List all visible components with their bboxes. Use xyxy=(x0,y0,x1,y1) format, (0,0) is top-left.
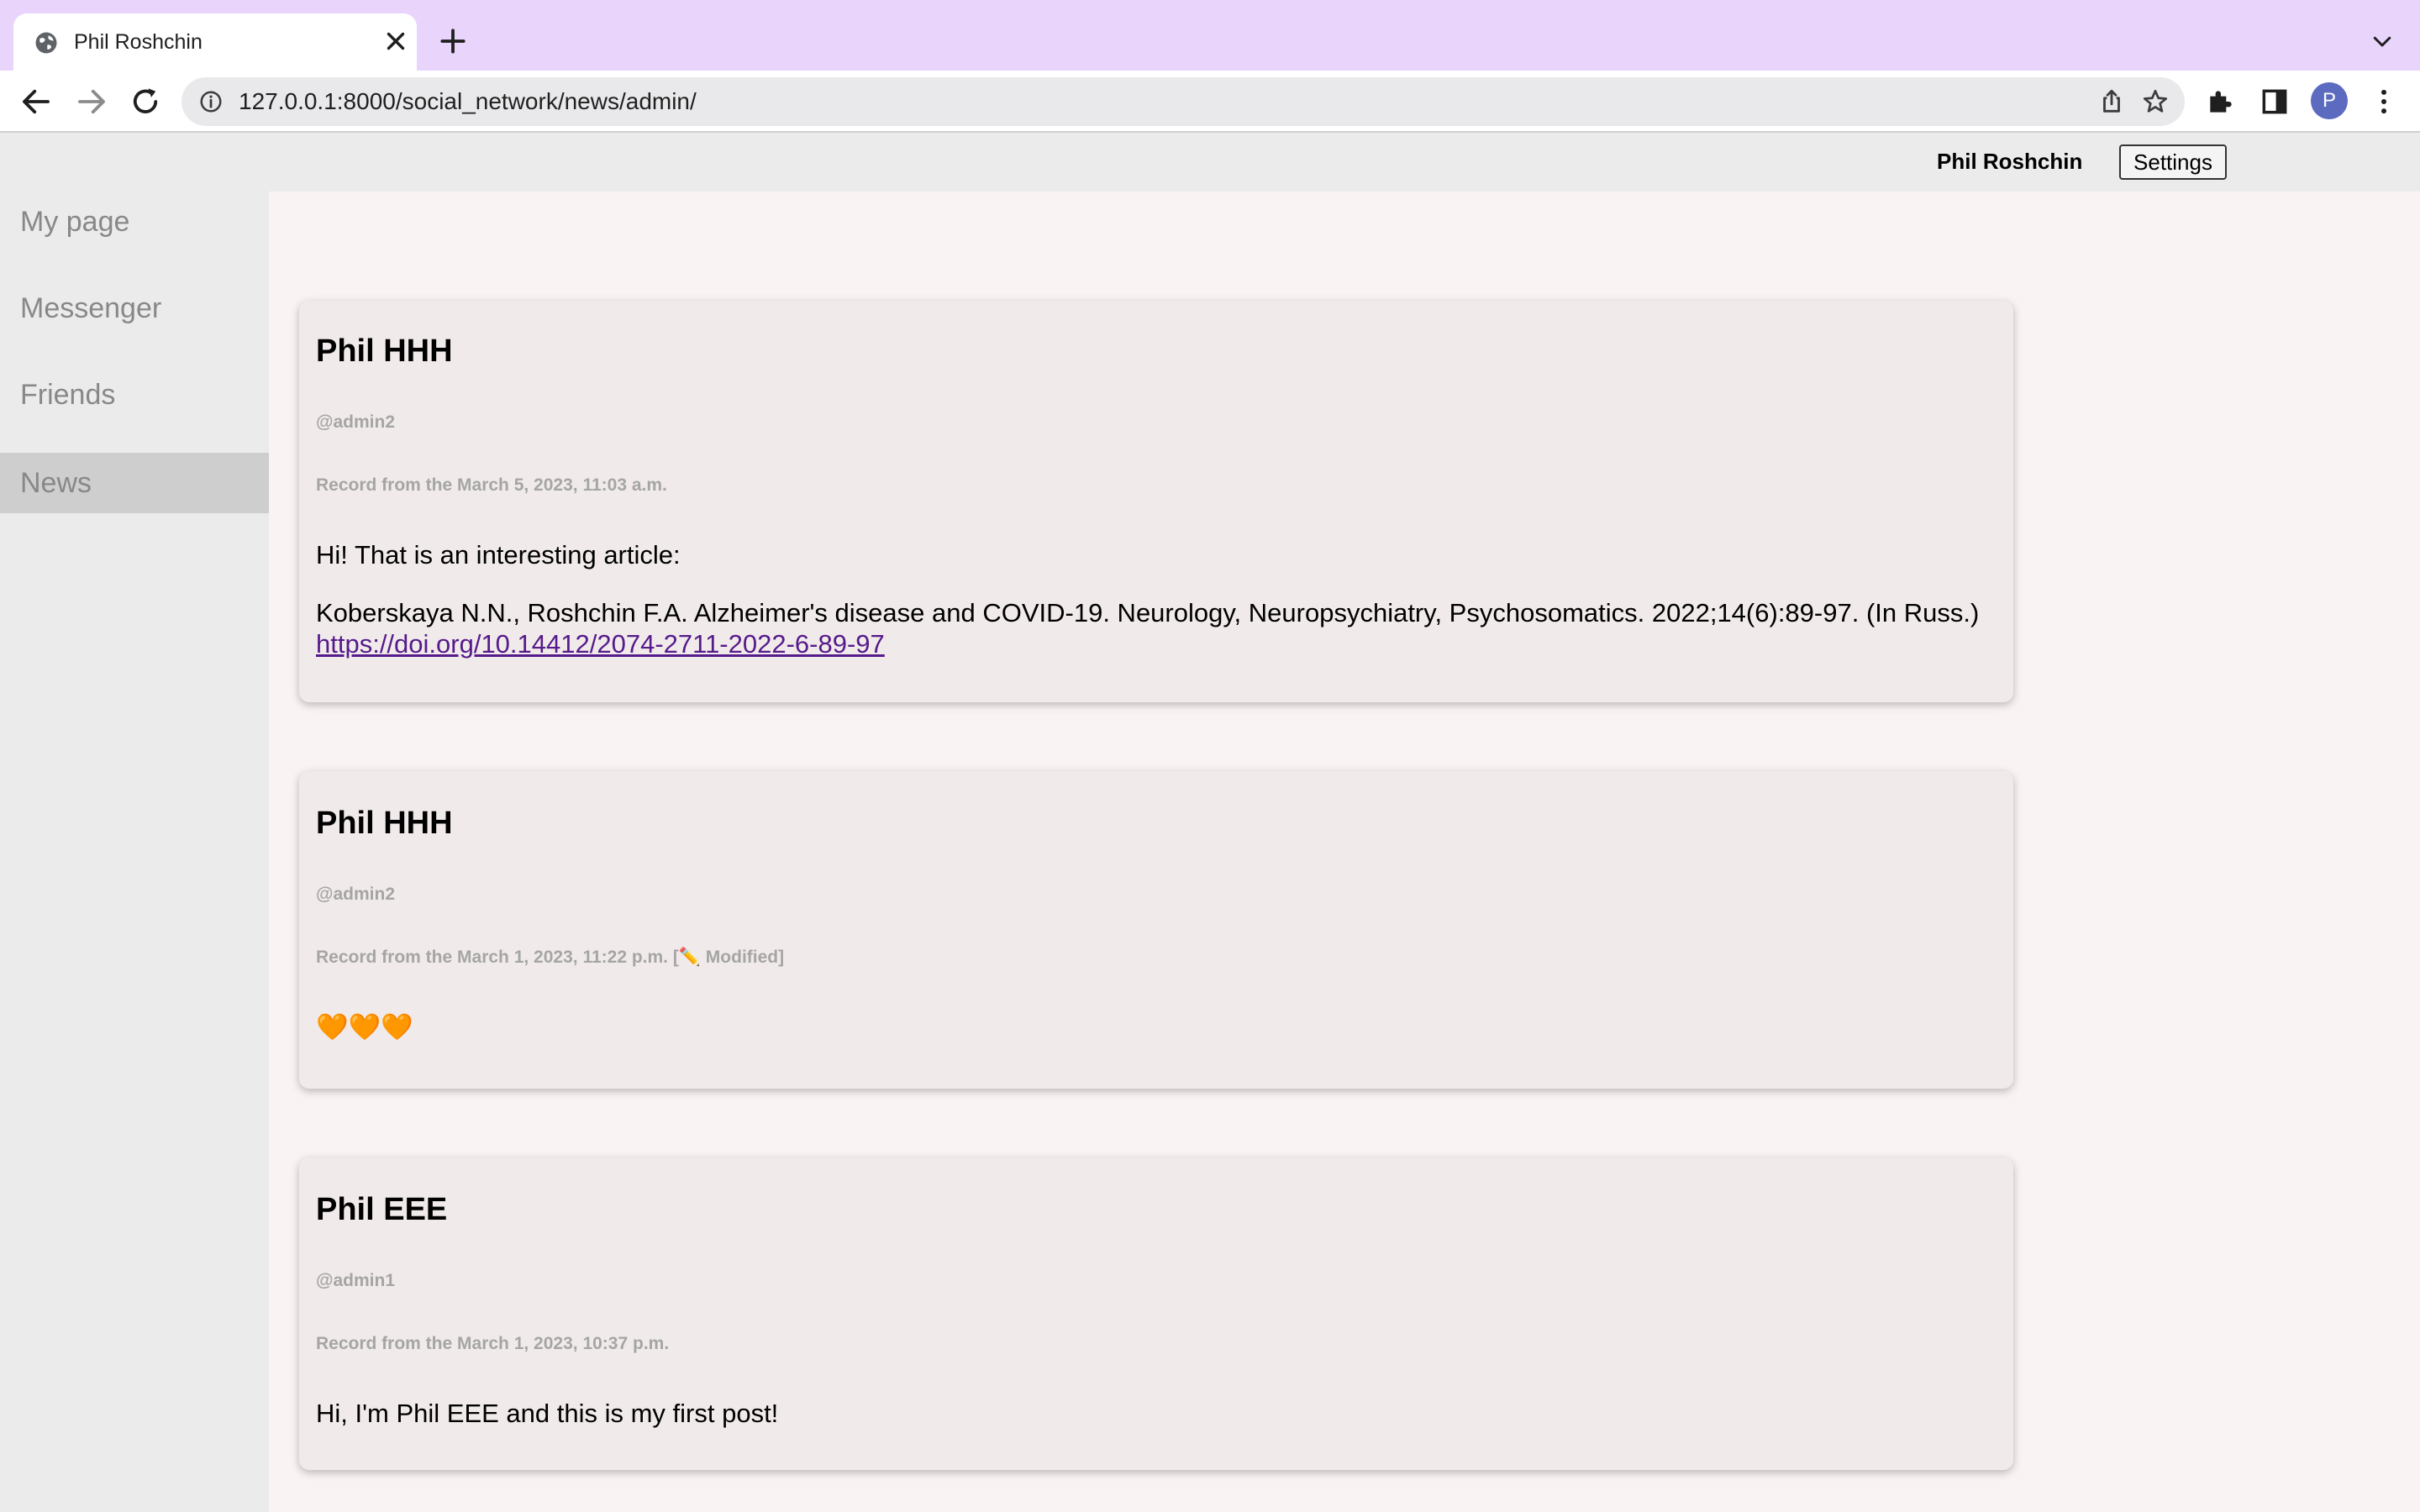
reload-icon[interactable] xyxy=(128,84,163,119)
browser-tab-strip: Phil Roshchin xyxy=(0,0,2420,71)
close-icon[interactable] xyxy=(381,27,410,55)
side-panel-icon[interactable] xyxy=(2259,86,2291,118)
globe-icon xyxy=(35,32,57,54)
post-text: Hi! That is an interesting article: xyxy=(316,540,681,570)
sidebar-item-news[interactable]: News xyxy=(0,453,269,513)
post-citation-text: Koberskaya N.N., Roshchin F.A. Alzheimer… xyxy=(316,598,1980,627)
post-date: Record from the March 5, 2023, 11:03 a.m… xyxy=(316,475,667,495)
kebab-menu-icon[interactable] xyxy=(2368,86,2400,118)
new-tab-plus-icon[interactable] xyxy=(437,25,469,57)
bookmark-star-icon[interactable] xyxy=(2141,87,2170,116)
post-author[interactable]: Phil HHH xyxy=(316,805,453,842)
post-handle: @admin2 xyxy=(316,885,395,904)
page-header: Phil Roshchin Settings xyxy=(0,133,2420,192)
post-text: Hi, I'm Phil EEE and this is my first po… xyxy=(316,1399,779,1428)
post-citation: Koberskaya N.N., Roshchin F.A. Alzheimer… xyxy=(316,597,1996,659)
doi-link[interactable]: https://doi.org/10.14412/2074-2711-2022-… xyxy=(316,629,885,659)
info-icon[interactable] xyxy=(198,89,224,114)
news-post: Phil EEE @admin1 Record from the March 1… xyxy=(299,1158,2013,1470)
sidebar-item-friends[interactable]: Friends xyxy=(0,365,269,425)
post-handle: @admin2 xyxy=(316,412,395,432)
news-post: Phil HHH @admin2 Record from the March 5… xyxy=(299,301,2013,702)
profile-avatar[interactable]: P xyxy=(2311,82,2348,119)
back-arrow-icon[interactable] xyxy=(18,84,54,119)
current-user-name[interactable]: Phil Roshchin xyxy=(1937,148,2082,175)
tab-title: Phil Roshchin xyxy=(74,30,203,54)
extensions-puzzle-icon[interactable] xyxy=(2205,86,2237,118)
news-post: Phil HHH @admin2 Record from the March 1… xyxy=(299,771,2013,1089)
post-date: Record from the March 1, 2023, 10:37 p.m… xyxy=(316,1334,670,1353)
share-icon[interactable] xyxy=(2097,87,2126,116)
browser-tab[interactable]: Phil Roshchin xyxy=(13,13,417,71)
sidebar: My page Messenger Friends News xyxy=(0,192,269,1512)
address-bar[interactable]: 127.0.0.1:8000/social_network/news/admin… xyxy=(182,77,2185,126)
post-author[interactable]: Phil HHH xyxy=(316,333,453,370)
sidebar-item-messenger[interactable]: Messenger xyxy=(0,278,269,339)
post-date: Record from the March 1, 2023, 11:22 p.m… xyxy=(316,948,785,967)
forward-arrow-icon[interactable] xyxy=(74,84,109,119)
url-text: 127.0.0.1:8000/social_network/news/admin… xyxy=(239,88,697,114)
browser-toolbar: 127.0.0.1:8000/social_network/news/admin… xyxy=(0,71,2420,133)
post-handle: @admin1 xyxy=(316,1271,395,1290)
settings-button[interactable]: Settings xyxy=(2119,144,2227,180)
sidebar-item-my-page[interactable]: My page xyxy=(0,192,269,252)
chevron-down-icon[interactable] xyxy=(2368,29,2396,54)
post-text: 🧡🧡🧡 xyxy=(316,1012,413,1042)
post-author[interactable]: Phil EEE xyxy=(316,1191,447,1228)
